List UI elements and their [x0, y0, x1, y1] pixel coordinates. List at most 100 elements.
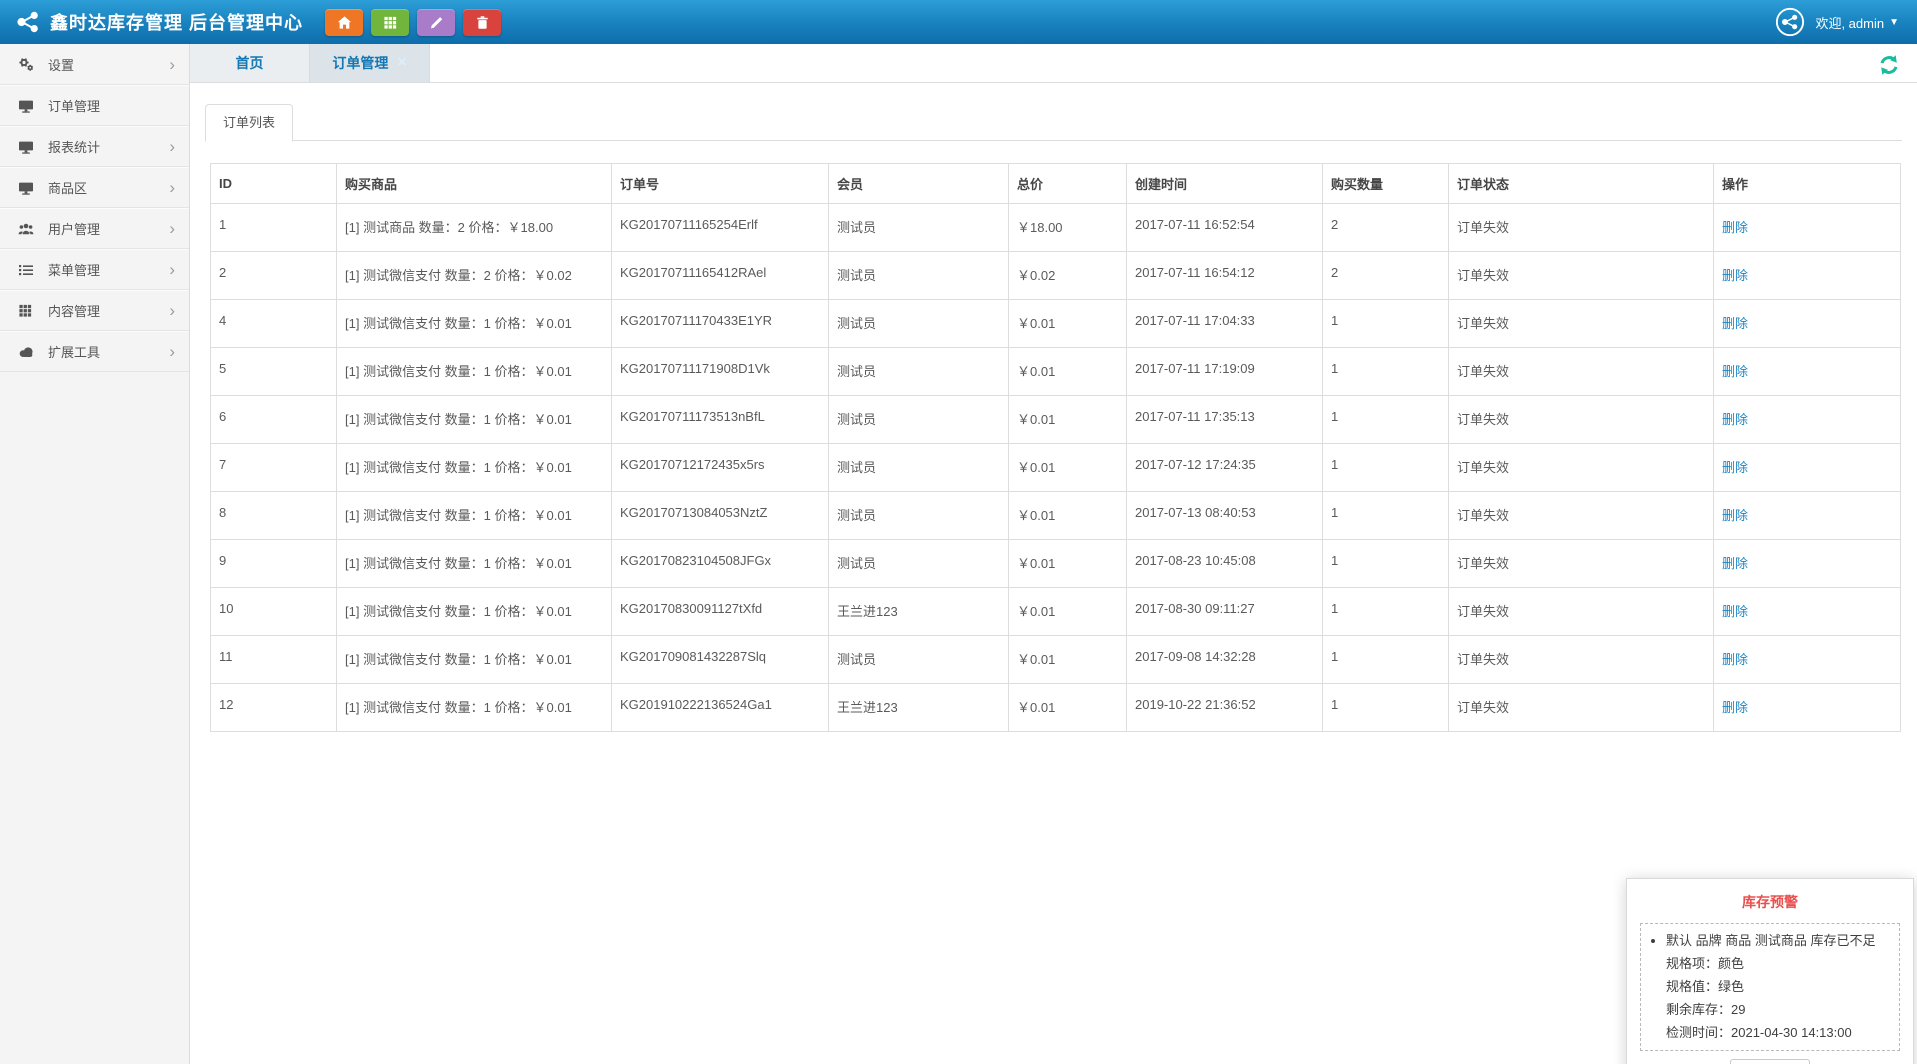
column-header: ID	[211, 164, 337, 204]
table-cell: [1] 测试微信支付 数量：1 价格：￥0.01	[337, 636, 612, 684]
delete-link[interactable]: 删除	[1722, 220, 1748, 235]
sidebar-item-order-management[interactable]: 订单管理	[0, 85, 189, 126]
column-header: 订单号	[612, 164, 829, 204]
popup-detail-line: 规格项：颜色	[1666, 952, 1891, 975]
delete-link[interactable]: 删除	[1722, 556, 1748, 571]
table-cell: [1] 测试微信支付 数量：1 价格：￥0.01	[337, 588, 612, 636]
delete-link[interactable]: 删除	[1722, 364, 1748, 379]
table-row: 9[1] 测试微信支付 数量：1 价格：￥0.01KG2017082310450…	[211, 540, 1901, 588]
stock-alert-popup: 库存预警 默认 品牌 商品 测试商品 库存已不足 规格项：颜色规格值：绿色剩余库…	[1626, 878, 1914, 1064]
close-icon[interactable]: ×	[397, 55, 406, 71]
popup-details: 规格项：颜色规格值：绿色剩余库存：29检测时间：2021-04-30 14:13…	[1666, 952, 1891, 1044]
table-cell: [1] 测试微信支付 数量：1 价格：￥0.01	[337, 540, 612, 588]
table-cell: 测试员	[829, 348, 1009, 396]
table-cell: [1] 测试商品 数量：2 价格：￥18.00	[337, 204, 612, 252]
trash-button[interactable]	[463, 9, 501, 36]
table-cell: 1	[1323, 636, 1449, 684]
sidebar-item-report-statistics[interactable]: 报表统计 ›	[0, 126, 189, 167]
sidebar-item-label: 订单管理	[48, 96, 100, 115]
table-cell: 订单失效	[1449, 540, 1714, 588]
refresh-button[interactable]	[1877, 53, 1901, 77]
delete-link[interactable]: 删除	[1722, 316, 1748, 331]
chevron-right-icon: ›	[169, 261, 175, 278]
tab-order-list[interactable]: 订单列表	[205, 104, 293, 142]
table-cell: ￥0.01	[1009, 396, 1127, 444]
sidebar-item-menu-management[interactable]: 菜单管理 ›	[0, 249, 189, 290]
table-cell: KG201910222136524Ga1	[612, 684, 829, 732]
trash-icon	[475, 15, 490, 30]
delete-link[interactable]: 删除	[1722, 460, 1748, 475]
table-cell: [1] 测试微信支付 数量：1 价格：￥0.01	[337, 492, 612, 540]
sidebar-item-product-area[interactable]: 商品区›	[0, 167, 189, 208]
table-cell: [1] 测试微信支付 数量：1 价格：￥0.01	[337, 684, 612, 732]
table-cell: 8	[211, 492, 337, 540]
table-cell: 删除	[1714, 588, 1901, 636]
app-title: 鑫时达库存管理 后台管理中心	[50, 9, 303, 35]
sidebar-item-label: 设置	[48, 55, 74, 74]
delete-link[interactable]: 删除	[1722, 652, 1748, 667]
table-cell: ￥0.01	[1009, 348, 1127, 396]
table-cell: ￥0.01	[1009, 300, 1127, 348]
sidebar-item-extension-tools[interactable]: 扩展工具›	[0, 331, 189, 372]
table-cell: 测试员	[829, 492, 1009, 540]
sidebar-item-content-management[interactable]: 内容管理›	[0, 290, 189, 331]
table-cell: 订单失效	[1449, 444, 1714, 492]
tab-order-management[interactable]: 订单管理×	[310, 44, 430, 82]
table-cell: 7	[211, 444, 337, 492]
tab-label: 首页	[236, 53, 264, 73]
column-header: 操作	[1714, 164, 1901, 204]
table-cell: KG20170711170433E1YR	[612, 300, 829, 348]
table-cell: 2017-07-11 17:04:33	[1127, 300, 1323, 348]
desktop-icon	[18, 180, 38, 196]
column-header: 购买数量	[1323, 164, 1449, 204]
table-cell: [1] 测试微信支付 数量：1 价格：￥0.01	[337, 300, 612, 348]
table-cell: 测试员	[829, 204, 1009, 252]
table-row: 5[1] 测试微信支付 数量：1 价格：￥0.01KG2017071117190…	[211, 348, 1901, 396]
table-cell: KG20170711171908D1Vk	[612, 348, 829, 396]
delete-link[interactable]: 删除	[1722, 700, 1748, 715]
table-cell: 删除	[1714, 252, 1901, 300]
pencil-button[interactable]	[417, 9, 455, 36]
table-cell: KG20170823104508JFGx	[612, 540, 829, 588]
delete-link[interactable]: 删除	[1722, 508, 1748, 523]
desktop-icon	[18, 98, 38, 114]
sidebar-item-user-management[interactable]: 用户管理›	[0, 208, 189, 249]
chevron-right-icon: ›	[169, 138, 175, 155]
pencil-icon	[429, 15, 444, 30]
sidebar-item-label: 菜单管理	[48, 260, 100, 279]
table-row: 6[1] 测试微信支付 数量：1 价格：￥0.01KG2017071117351…	[211, 396, 1901, 444]
table-cell: 删除	[1714, 444, 1901, 492]
sidebar-item-label: 报表统计	[48, 137, 100, 156]
popup-detail-line: 剩余库存：29	[1666, 998, 1891, 1021]
table-cell: 1	[1323, 684, 1449, 732]
table-row: 1[1] 测试商品 数量：2 价格：￥18.00KG20170711165254…	[211, 204, 1901, 252]
delete-link[interactable]: 删除	[1722, 604, 1748, 619]
table-cell: 2017-07-11 16:54:12	[1127, 252, 1323, 300]
home-button[interactable]	[325, 9, 363, 36]
table-cell: 1	[1323, 540, 1449, 588]
table-cell: KG20170711165412RAel	[612, 252, 829, 300]
share-network-logo-icon	[16, 10, 40, 34]
refresh-icon	[1877, 53, 1901, 77]
confirm-button[interactable]: 我知道了	[1730, 1059, 1810, 1064]
delete-link[interactable]: 删除	[1722, 412, 1748, 427]
grid-button[interactable]	[371, 9, 409, 36]
navbar-user-area[interactable]: 欢迎, admin ▼	[1775, 7, 1899, 37]
table-cell: 2017-07-12 17:24:35	[1127, 444, 1323, 492]
table-cell: KG20170713084053NztZ	[612, 492, 829, 540]
table-cell: 11	[211, 636, 337, 684]
table-cell: ￥0.01	[1009, 540, 1127, 588]
sidebar-item-settings[interactable]: 设置 ›	[0, 44, 189, 85]
gears-icon	[18, 56, 38, 72]
table-cell: 2	[211, 252, 337, 300]
delete-link[interactable]: 删除	[1722, 268, 1748, 283]
tab-home[interactable]: 首页	[190, 44, 310, 82]
table-cell: 订单失效	[1449, 204, 1714, 252]
chevron-right-icon: ›	[169, 56, 175, 73]
table-cell: 订单失效	[1449, 588, 1714, 636]
cloud-icon	[18, 343, 38, 360]
column-header: 总价	[1009, 164, 1127, 204]
table-cell: 删除	[1714, 348, 1901, 396]
sidebar-item-label: 用户管理	[48, 219, 100, 238]
table-cell: 2017-07-13 08:40:53	[1127, 492, 1323, 540]
